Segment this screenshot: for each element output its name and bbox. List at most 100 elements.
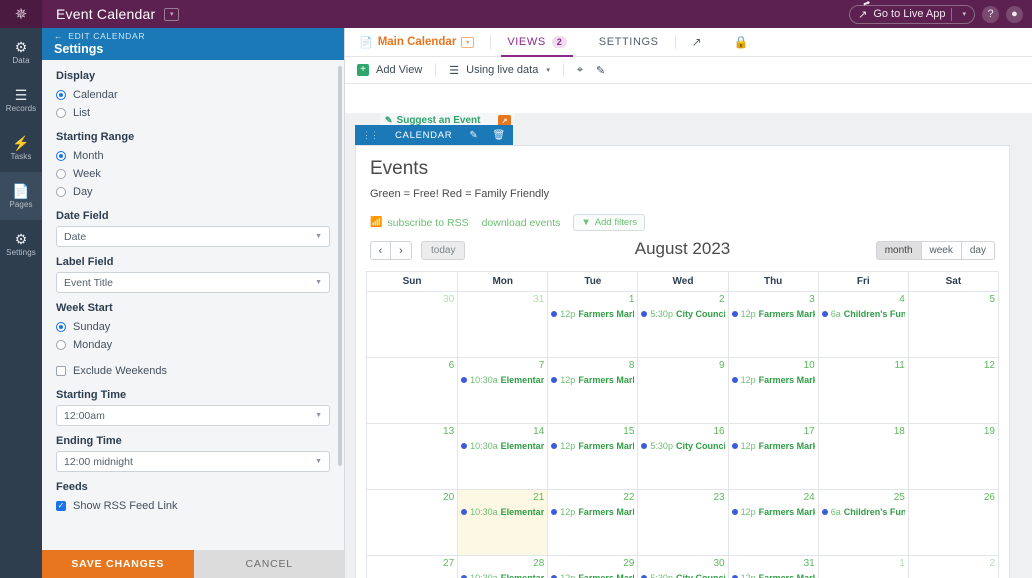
checkbox-show-rss-feed-link[interactable]: ✓ Show RSS Feed Link bbox=[56, 497, 330, 515]
next-month-button[interactable]: › bbox=[391, 241, 412, 260]
calendar-day-cell[interactable]: 13 bbox=[367, 423, 458, 489]
calendar-day-cell[interactable]: 20 bbox=[367, 489, 458, 555]
calendar-event[interactable]: 10:30aElementary bbox=[461, 507, 544, 517]
calendar-event[interactable]: 12pFarmers Marke bbox=[731, 507, 815, 517]
calendar-event[interactable]: 10:30aElementary bbox=[461, 573, 544, 578]
using-live-data-button[interactable]: ☰ Using live data ▾ bbox=[449, 64, 563, 77]
edit-block-button[interactable]: ✎ bbox=[462, 130, 485, 141]
calendar-day-cell[interactable]: 27 bbox=[367, 555, 458, 578]
calendar-event[interactable]: 12pFarmers Marke bbox=[551, 441, 634, 451]
calendar-day-cell[interactable]: 4 6aChildren's Fun R bbox=[817, 291, 908, 357]
download-events-link[interactable]: download events bbox=[482, 217, 561, 229]
radio-display-list[interactable]: List bbox=[56, 104, 330, 122]
subscribe-to-rss-link[interactable]: 📶 subscribe to RSS bbox=[370, 217, 469, 229]
calendar-day-cell[interactable]: 17 12pFarmers Marke bbox=[727, 423, 818, 489]
calendar-day-cell[interactable]: 2 bbox=[907, 555, 998, 578]
calendar-day-cell[interactable]: 9 bbox=[637, 357, 728, 423]
tab-settings[interactable]: SETTINGS bbox=[583, 28, 675, 56]
calendar-day-cell[interactable]: 30 bbox=[367, 291, 458, 357]
calendar-day-cell[interactable]: 15 12pFarmers Marke bbox=[547, 423, 638, 489]
calendar-event[interactable]: 6aChildren's Fun R bbox=[821, 309, 905, 319]
calendar-day-cell[interactable]: 12 bbox=[907, 357, 998, 423]
calendar-day-cell[interactable]: 21 10:30aElementary bbox=[457, 489, 548, 555]
tab-main-calendar[interactable]: 📄 Main Calendar ▾ bbox=[359, 28, 490, 56]
settings-panel-scrollbar[interactable] bbox=[338, 66, 342, 466]
drag-grip-icon[interactable]: ⋮⋮ bbox=[355, 130, 385, 141]
app-logo[interactable]: ✵ bbox=[0, 0, 42, 28]
chevron-down-icon[interactable]: ▾ bbox=[461, 36, 475, 48]
calendar-day-cell[interactable]: 10 12pFarmers Marke bbox=[727, 357, 818, 423]
no-edit-toggle-button[interactable]: ✎ bbox=[596, 64, 618, 77]
tab-views[interactable]: VIEWS 2 bbox=[491, 28, 582, 57]
calendar-event[interactable]: 12pFarmers Marke bbox=[551, 573, 634, 578]
radio-week-start-monday[interactable]: Monday bbox=[56, 336, 330, 354]
calendar-day-cell[interactable]: 1 12pFarmers Marke bbox=[547, 291, 638, 357]
calendar-event[interactable]: 12pFarmers Marke bbox=[551, 309, 634, 319]
calendar-event[interactable]: 5:30p City Council bbox=[641, 441, 725, 451]
calendar-day-cell[interactable]: 11 bbox=[817, 357, 908, 423]
calendar-day-cell[interactable]: 31 12pFarmers Marke bbox=[727, 555, 818, 578]
calendar-day-cell[interactable]: 26 bbox=[907, 489, 998, 555]
today-button[interactable]: today bbox=[421, 241, 466, 260]
more-options-button[interactable]: ⋯ bbox=[513, 130, 538, 141]
label-field-select[interactable]: Event Title ▼ bbox=[56, 272, 330, 293]
user-avatar-icon[interactable]: ● bbox=[1006, 5, 1023, 23]
text-tool-button[interactable]: ⌖ bbox=[577, 64, 596, 77]
calendar-event[interactable]: 12pFarmers Marke bbox=[731, 309, 815, 319]
calendar-day-cell[interactable]: 14 10:30aElementary bbox=[457, 423, 548, 489]
calendar-day-cell[interactable]: 1 bbox=[817, 555, 908, 578]
calendar-day-cell[interactable]: 6 bbox=[367, 357, 458, 423]
view-day-button[interactable]: day bbox=[961, 241, 995, 260]
calendar-day-cell[interactable]: 2 5:30p City Council bbox=[637, 291, 728, 357]
delete-block-button[interactable]: 🗑 bbox=[485, 130, 512, 141]
view-week-button[interactable]: week bbox=[921, 241, 962, 260]
add-view-button[interactable]: + Add View bbox=[357, 64, 435, 76]
cancel-button[interactable]: CANCEL bbox=[193, 550, 345, 578]
calendar-event[interactable]: 5:30p City Council bbox=[641, 573, 725, 578]
calendar-day-cell[interactable]: 31 bbox=[457, 291, 548, 357]
calendar-event[interactable]: 12pFarmers Marke bbox=[731, 441, 815, 451]
starting-time-select[interactable]: 12:00am ▼ bbox=[56, 405, 330, 426]
back-to-edit-calendar-link[interactable]: ← EDIT CALENDAR bbox=[54, 31, 332, 41]
prev-month-button[interactable]: ‹ bbox=[370, 241, 391, 260]
calendar-day-cell[interactable]: 22 12pFarmers Marke bbox=[547, 489, 638, 555]
calendar-day-cell[interactable]: 25 6aChildren's Fun R bbox=[817, 489, 908, 555]
date-field-select[interactable]: Date ▼ bbox=[56, 226, 330, 247]
calendar-event[interactable]: 12pFarmers Marke bbox=[551, 375, 634, 385]
calendar-day-cell[interactable]: 18 bbox=[817, 423, 908, 489]
calendar-event[interactable]: 6aChildren's Fun R bbox=[821, 507, 905, 517]
sidebar-item-data[interactable]: ⚙ Data bbox=[0, 28, 42, 76]
calendar-day-cell[interactable]: 7 10:30aElementary bbox=[457, 357, 548, 423]
sidebar-item-settings[interactable]: ⚙ Settings bbox=[0, 220, 42, 268]
calendar-day-cell[interactable]: 3 12pFarmers Marke bbox=[727, 291, 818, 357]
calendar-event[interactable]: 10:30aElementary bbox=[461, 441, 544, 451]
calendar-day-cell[interactable]: 8 12pFarmers Marke bbox=[547, 357, 638, 423]
help-button[interactable]: ? bbox=[982, 5, 999, 23]
calendar-day-cell[interactable]: 30 5:30p City Council bbox=[637, 555, 728, 578]
sidebar-item-records[interactable]: ☰ Records bbox=[0, 76, 42, 124]
add-filters-button[interactable]: ▼ Add filters bbox=[573, 214, 646, 231]
view-month-button[interactable]: month bbox=[875, 241, 922, 260]
calendar-day-cell[interactable]: 5 bbox=[907, 291, 998, 357]
ending-time-select[interactable]: 12:00 midnight ▼ bbox=[56, 451, 330, 472]
title-dropdown-caret-icon[interactable]: ▾ bbox=[164, 7, 180, 21]
calendar-day-cell[interactable]: 29 12pFarmers Marke bbox=[547, 555, 638, 578]
calendar-day-cell[interactable]: 24 12pFarmers Marke bbox=[727, 489, 818, 555]
calendar-event[interactable]: 12pFarmers Marke bbox=[551, 507, 634, 517]
radio-range-month[interactable]: Month bbox=[56, 147, 330, 165]
sidebar-item-pages[interactable]: 📄 Pages bbox=[0, 172, 42, 220]
calendar-event[interactable]: 12pFarmers Marke bbox=[731, 375, 815, 385]
radio-range-week[interactable]: Week bbox=[56, 165, 330, 183]
checkbox-exclude-weekends[interactable]: Exclude Weekends bbox=[56, 362, 330, 380]
calendar-day-cell[interactable]: 28 10:30aElementary bbox=[457, 555, 548, 578]
sidebar-item-tasks[interactable]: ⚡ Tasks bbox=[0, 124, 42, 172]
calendar-event[interactable]: 5:30p City Council bbox=[641, 309, 725, 319]
calendar-event[interactable]: 10:30aElementary bbox=[461, 375, 544, 385]
page-permissions-button[interactable]: 🔒 bbox=[718, 28, 765, 56]
preview-page-button[interactable]: ↗ bbox=[676, 28, 718, 56]
radio-range-day[interactable]: Day bbox=[56, 183, 330, 201]
calendar-event[interactable]: 12pFarmers Marke bbox=[731, 573, 815, 578]
radio-display-calendar[interactable]: Calendar bbox=[56, 86, 330, 104]
save-changes-button[interactable]: SAVE CHANGES bbox=[42, 550, 194, 578]
calendar-day-cell[interactable]: 19 bbox=[907, 423, 998, 489]
